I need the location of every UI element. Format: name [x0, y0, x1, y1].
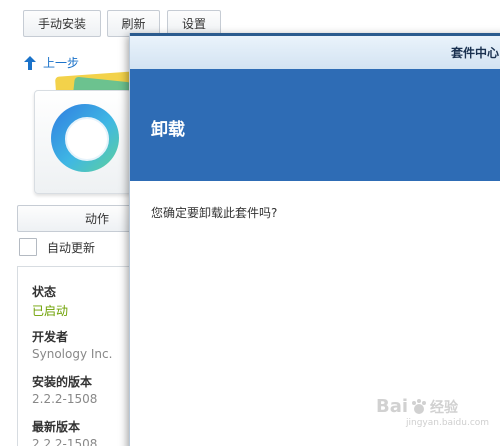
auto-update-checkbox[interactable] [19, 238, 37, 256]
package-logo-icon [51, 104, 119, 172]
status-value: 已启动 [32, 304, 69, 318]
watermark-text-2: 经验 [430, 399, 459, 416]
uninstall-dialog: 套件中心 卸载 您确定要卸载此套件吗? [129, 33, 500, 446]
package-tile [34, 90, 132, 194]
dialog-message: 您确定要卸载此套件吗? [151, 206, 278, 220]
dialog-heading: 卸载 [151, 120, 185, 140]
watermark: Bai 经验 [376, 396, 458, 417]
auto-update-option[interactable]: 自动更新 [19, 238, 95, 256]
dialog-header: 卸载 [130, 69, 500, 181]
dialog-titlebar[interactable]: 套件中心 [130, 33, 500, 69]
watermark-text: Bai [376, 396, 409, 417]
manual-install-button[interactable]: 手动安装 [23, 10, 101, 37]
arrow-up-icon [24, 55, 36, 70]
watermark-url: jingyan.baidu.com [406, 418, 490, 428]
latest-version-label: 最新版本 [32, 420, 81, 434]
developer-value: Synology Inc. [32, 347, 113, 361]
auto-update-label: 自动更新 [47, 240, 96, 255]
paw-logo-icon [412, 398, 427, 414]
installed-version-value: 2.2.2-1508 [32, 392, 98, 406]
back-link[interactable]: 上一步 [23, 54, 79, 71]
status-label: 状态 [32, 285, 57, 299]
latest-version-value: 2.2.2-1508 [32, 437, 98, 446]
back-link-label: 上一步 [43, 56, 80, 70]
dialog-window-title: 套件中心 [451, 46, 500, 60]
developer-label: 开发者 [32, 330, 69, 344]
installed-version-label: 安装的版本 [32, 375, 93, 389]
